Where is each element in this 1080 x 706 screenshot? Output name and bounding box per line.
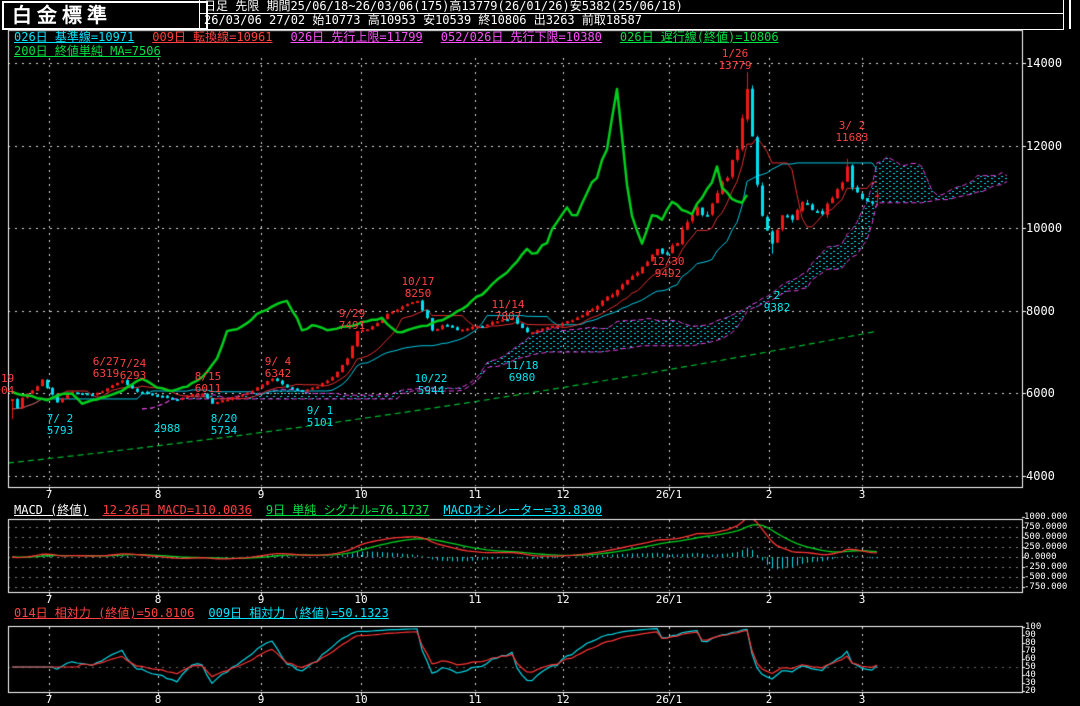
main-y-axis-label: 8000 <box>1026 306 1055 317</box>
price-annotation: 10/225944 <box>414 373 447 397</box>
price-annotation: 6/195904 <box>0 373 14 397</box>
x-axis-label: 7 <box>46 694 53 705</box>
macd-y-axis-label: -250.000 <box>1024 563 1067 572</box>
x-axis-label: 9 <box>258 489 265 500</box>
price-chart-canvas[interactable] <box>0 0 1080 706</box>
price-annotation: 12/309492 <box>651 256 684 280</box>
chart-application-window: 白金標準 日足 先限 期間25/06/18~26/03/06(175)高1377… <box>0 0 1080 706</box>
x-axis-label: 2 <box>766 489 773 500</box>
price-annotation: 1/2613779 <box>718 48 751 72</box>
legend-item: 026日 遅行線(終値)=10806 <box>620 31 779 44</box>
x-axis-label: 26/1 <box>656 694 683 705</box>
x-axis-label: 3 <box>859 694 866 705</box>
macd-legend-item: 12-26日 MACD=110.0036 <box>103 504 252 517</box>
rsi-y-axis-label: 20 <box>1025 687 1036 696</box>
x-axis-label: 11 <box>468 694 481 705</box>
x-axis-label: 10 <box>354 694 367 705</box>
x-axis-label: 9 <box>258 694 265 705</box>
price-annotation: 3/ 211683 <box>835 120 868 144</box>
info-line-ohlc: 26/03/06 27/02 始10773 高10953 安10539 終108… <box>200 14 1063 27</box>
price-annotation: 8/156011 <box>195 371 222 395</box>
x-axis-label: 11 <box>468 594 481 605</box>
main-y-axis-label: 12000 <box>1026 141 1062 152</box>
price-annotation: 10/178250 <box>401 276 434 300</box>
rsi-legend-item: 014日 相対力 (終値)=50.8106 <box>14 607 194 620</box>
chart-info-header: 日足 先限 期間25/06/18~26/03/06(175)高13779(26/… <box>199 0 1064 30</box>
x-axis-label: 11 <box>468 489 481 500</box>
x-axis-label: 12 <box>556 594 569 605</box>
price-annotation: 7/ 25793 <box>47 413 74 437</box>
macd-y-axis-label: 500.0000 <box>1024 533 1067 542</box>
legend-item: 009日 転換線=10961 <box>152 31 272 44</box>
x-axis-label: 2 <box>766 694 773 705</box>
x-axis-label: 3 <box>859 594 866 605</box>
legend-item: 200日 終値単純 MA=7506 <box>14 45 161 58</box>
x-axis-label: 8 <box>155 489 162 500</box>
rsi-legend-item: 009日 相対力 (終値)=50.1323 <box>208 607 388 620</box>
macd-legend-item: 9日 単純 シグナル=76.1737 <box>266 504 429 517</box>
rsi-panel-header: 014日 相対力 (終値)=50.8106 009日 相対力 (終値)=50.13… <box>14 607 389 620</box>
legend-item: 052/026日 先行下限=10380 <box>441 31 602 44</box>
main-y-axis-label: 10000 <box>1026 223 1062 234</box>
macd-y-axis-label: -750.000 <box>1024 583 1067 592</box>
x-axis-label: 7 <box>46 594 53 605</box>
macd-y-axis-label: 750.0000 <box>1024 523 1067 532</box>
x-axis-label: 12 <box>556 489 569 500</box>
info-line-period: 日足 先限 期間25/06/18~26/03/06(175)高13779(26/… <box>200 0 1063 14</box>
macd-title: MACD (終値) <box>14 504 89 517</box>
legend-item: 026日 先行上限=11799 <box>291 31 423 44</box>
main-y-axis-label: 6000 <box>1026 388 1055 399</box>
macd-legend-item: MACDオシレーター=33.8300 <box>443 504 602 517</box>
x-axis-label: 26/1 <box>656 594 683 605</box>
x-axis-label: 2 <box>766 594 773 605</box>
macd-y-axis-label: -500.000 <box>1024 573 1067 582</box>
x-axis-label: 26/1 <box>656 489 683 500</box>
price-annotation: 9/ 46342 <box>265 356 292 380</box>
window-edge <box>1069 0 1071 29</box>
main-y-axis-label: 4000 <box>1026 471 1055 482</box>
x-axis-label: 10 <box>354 594 367 605</box>
macd-y-axis-label: 0.0000 <box>1024 553 1057 562</box>
price-annotation: 8/205734 <box>211 413 238 437</box>
macd-y-axis-label: 1000.000 <box>1024 513 1067 522</box>
instrument-title: 白金標準 <box>2 1 208 30</box>
price-annotation: 2988 <box>154 423 181 435</box>
price-annotation: 9/297491 <box>339 308 366 332</box>
price-annotation: 7/246293 <box>120 358 147 382</box>
x-axis-label: 10 <box>354 489 367 500</box>
x-axis-label: 7 <box>46 489 53 500</box>
macd-panel-header: MACD (終値) 12-26日 MACD=110.0036 9日 単純 シグナル… <box>14 504 602 517</box>
x-axis-label: 9 <box>258 594 265 605</box>
price-annotation: 11/186980 <box>505 360 538 384</box>
x-axis-label: 3 <box>859 489 866 500</box>
price-annotation: 29382 <box>764 290 791 314</box>
macd-y-axis-label: 250.0000 <box>1024 543 1067 552</box>
ichimoku-legend-row1: 026日 基準線=10971 009日 転換線=10961 026日 先行上限=11… <box>14 31 779 44</box>
x-axis-label: 12 <box>556 694 569 705</box>
x-axis-label: 8 <box>155 694 162 705</box>
legend-item: 026日 基準線=10971 <box>14 31 134 44</box>
ichimoku-legend-row2: 200日 終値単純 MA=7506 <box>14 45 161 58</box>
x-axis-label: 8 <box>155 594 162 605</box>
price-annotation: 11/147807 <box>491 299 524 323</box>
price-annotation: 9/ 15101 <box>307 405 334 429</box>
main-y-axis-label: 14000 <box>1026 58 1062 69</box>
price-annotation: 6/276319 <box>93 356 120 380</box>
